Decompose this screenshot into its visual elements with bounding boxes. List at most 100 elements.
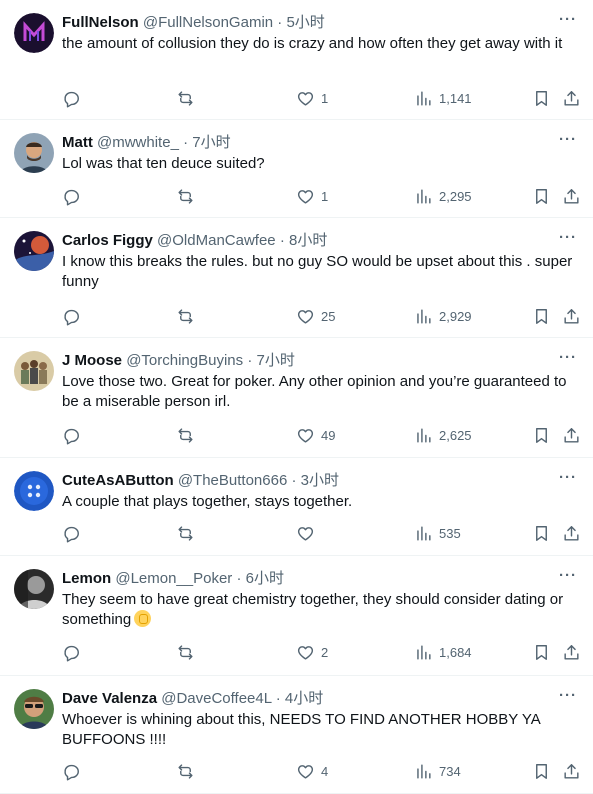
views-button[interactable]: 734 <box>414 761 461 781</box>
bookmark-icon <box>536 308 547 324</box>
tweet[interactable]: Lemon @Lemon__Poker · 6小时 ··· They seem … <box>0 556 593 676</box>
retweet-button[interactable] <box>176 761 195 781</box>
like-count: 1 <box>321 90 329 106</box>
handle[interactable]: @OldManCawfee <box>157 232 276 249</box>
like-button[interactable]: 49 <box>296 425 335 445</box>
display-name[interactable]: Dave Valenza <box>62 690 157 707</box>
avatar[interactable] <box>14 351 54 391</box>
fist-emoji-icon <box>134 610 152 627</box>
reply-button[interactable] <box>62 306 81 326</box>
handle[interactable]: @DaveCoffee4L <box>161 690 271 707</box>
reply-button[interactable] <box>62 186 81 206</box>
share-button[interactable] <box>562 761 581 781</box>
more-icon[interactable]: ··· <box>557 688 579 708</box>
views-button[interactable]: 1,141 <box>414 88 472 108</box>
more-icon[interactable]: ··· <box>557 350 579 370</box>
display-name[interactable]: J Moose <box>62 352 122 369</box>
views-chart-icon <box>417 308 431 324</box>
action-bar: 1 1,141 <box>62 88 593 108</box>
reply-button[interactable] <box>62 642 81 662</box>
retweet-button[interactable] <box>176 523 195 543</box>
like-button[interactable]: 4 <box>296 761 328 781</box>
reply-button[interactable] <box>62 425 81 445</box>
retweet-button[interactable] <box>176 186 195 206</box>
bookmark-button[interactable] <box>532 306 551 326</box>
more-icon[interactable]: ··· <box>557 568 579 588</box>
tweet[interactable]: CuteAsAButton @TheButton666 · 3小时 ··· A … <box>0 458 593 556</box>
reply-button[interactable] <box>62 523 81 543</box>
handle[interactable]: @Lemon__Poker <box>115 570 232 587</box>
tweet-text: Love those two. Great for poker. Any oth… <box>62 373 567 410</box>
tweet[interactable]: J Moose @TorchingBuyins · 7小时 ··· Love t… <box>0 338 593 458</box>
avatar[interactable] <box>14 471 54 511</box>
retweet-button[interactable] <box>176 425 195 445</box>
retweet-button[interactable] <box>176 306 195 326</box>
tweet-text: A couple that plays together, stays toge… <box>62 493 353 510</box>
action-bar: 1 2,295 <box>62 186 593 206</box>
bookmark-button[interactable] <box>532 642 551 662</box>
avatar[interactable] <box>14 569 54 609</box>
tweet[interactable]: FullNelson @FullNelsonGamin · 5小时 ··· th… <box>0 0 593 120</box>
timestamp[interactable]: 6小时 <box>246 570 284 587</box>
retweet-button[interactable] <box>176 642 195 662</box>
display-name[interactable]: Carlos Figgy <box>62 232 153 249</box>
bookmark-button[interactable] <box>532 425 551 445</box>
avatar[interactable] <box>14 231 54 271</box>
views-button[interactable]: 2,295 <box>414 186 472 206</box>
share-button[interactable] <box>562 306 581 326</box>
like-button[interactable]: 2 <box>296 642 328 662</box>
tweet[interactable]: Matt @mwwhite_ · 7小时 ··· Lol was that te… <box>0 120 593 218</box>
like-button[interactable]: 1 <box>296 88 328 108</box>
timestamp[interactable]: 5小时 <box>286 14 324 31</box>
more-icon[interactable]: ··· <box>557 230 579 250</box>
timestamp[interactable]: 8小时 <box>289 232 327 249</box>
tweet[interactable]: Carlos Figgy @OldManCawfee · 8小时 ··· I k… <box>0 218 593 338</box>
reply-button[interactable] <box>62 88 81 108</box>
timestamp[interactable]: 3小时 <box>301 472 339 489</box>
share-button[interactable] <box>562 425 581 445</box>
avatar[interactable] <box>14 689 54 729</box>
timestamp[interactable]: 7小时 <box>256 352 294 369</box>
share-button[interactable] <box>562 523 581 543</box>
more-icon[interactable]: ··· <box>557 12 579 32</box>
heart-icon <box>297 309 314 324</box>
heart-icon <box>297 526 314 541</box>
like-button[interactable] <box>296 523 321 543</box>
handle[interactable]: @TorchingBuyins <box>126 352 243 369</box>
bookmark-button[interactable] <box>532 523 551 543</box>
views-button[interactable]: 2,929 <box>414 306 472 326</box>
more-icon[interactable]: ··· <box>557 132 579 152</box>
handle[interactable]: @FullNelsonGamin <box>143 14 273 31</box>
share-button[interactable] <box>562 186 581 206</box>
timestamp[interactable]: 4小时 <box>285 690 323 707</box>
display-name[interactable]: Matt <box>62 134 93 151</box>
views-button[interactable]: 2,625 <box>414 425 472 445</box>
tweet-text: Whoever is whining about this, NEEDS TO … <box>62 711 540 748</box>
views-button[interactable]: 535 <box>414 523 461 543</box>
more-icon[interactable]: ··· <box>557 470 579 490</box>
retweet-icon <box>178 427 193 443</box>
bookmark-button[interactable] <box>532 761 551 781</box>
bookmark-icon <box>536 525 547 541</box>
retweet-button[interactable] <box>176 88 195 108</box>
reply-button[interactable] <box>62 761 81 781</box>
handle[interactable]: @mwwhite_ <box>97 134 179 151</box>
like-button[interactable]: 25 <box>296 306 335 326</box>
heart-icon <box>297 189 314 204</box>
avatar[interactable] <box>14 133 54 173</box>
bookmark-button[interactable] <box>532 88 551 108</box>
avatar[interactable] <box>14 13 54 53</box>
display-name[interactable]: FullNelson <box>62 14 139 31</box>
display-name[interactable]: Lemon <box>62 570 111 587</box>
bookmark-button[interactable] <box>532 186 551 206</box>
bookmark-icon <box>536 188 547 204</box>
share-button[interactable] <box>562 642 581 662</box>
tweet-header: Matt @mwwhite_ · 7小时 <box>62 133 553 153</box>
handle[interactable]: @TheButton666 <box>178 472 287 489</box>
share-button[interactable] <box>562 88 581 108</box>
views-button[interactable]: 1,684 <box>414 642 472 662</box>
like-button[interactable]: 1 <box>296 186 328 206</box>
tweet[interactable]: Dave Valenza @DaveCoffee4L · 4小时 ··· Who… <box>0 676 593 794</box>
timestamp[interactable]: 7小时 <box>192 134 230 151</box>
display-name[interactable]: CuteAsAButton <box>62 472 174 489</box>
